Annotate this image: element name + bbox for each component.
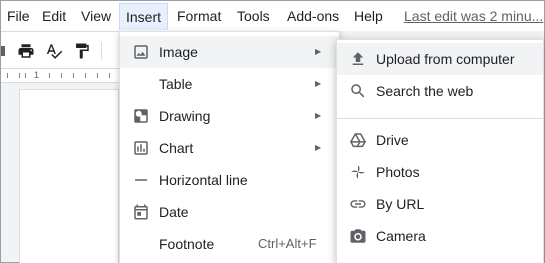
submenu-divider bbox=[337, 118, 543, 119]
submenu-arrow-icon: ▶ bbox=[315, 79, 322, 88]
toolbar-divider bbox=[101, 42, 102, 60]
submenu-item-label: Camera bbox=[376, 228, 426, 244]
submenu-arrow-icon: ▶ bbox=[315, 111, 322, 120]
menu-item-chart[interactable]: Chart ▶ bbox=[120, 132, 339, 164]
submenu-item-photos[interactable]: Photos bbox=[337, 156, 543, 188]
search-icon bbox=[351, 84, 365, 98]
submenu-item-search-web[interactable]: Search the web bbox=[337, 75, 543, 107]
submenu-item-upload[interactable]: Upload from computer bbox=[337, 43, 543, 75]
menu-format[interactable]: Format bbox=[177, 8, 221, 24]
submenu-item-by-url[interactable]: By URL bbox=[337, 188, 543, 220]
menu-item-label: Table bbox=[159, 76, 193, 92]
link-icon bbox=[350, 200, 366, 208]
menu-tools[interactable]: Tools bbox=[237, 8, 270, 24]
chart-icon bbox=[134, 141, 148, 155]
ruler-tick bbox=[19, 73, 20, 78]
menu-item-horizontal-line[interactable]: Horizontal line bbox=[120, 164, 339, 196]
menu-insert[interactable]: Insert bbox=[119, 3, 169, 30]
toolbar-edge bbox=[1, 46, 5, 56]
menu-item-label: Footnote bbox=[159, 236, 215, 252]
drawing-icon bbox=[134, 109, 148, 123]
ruler-tick bbox=[109, 73, 110, 78]
ruler: 1 bbox=[1, 69, 119, 83]
menu-item-image[interactable]: Image ▶ bbox=[120, 36, 339, 68]
horizontal-line-icon bbox=[135, 179, 147, 181]
ruler-tick bbox=[7, 73, 8, 78]
ruler-tick bbox=[49, 73, 50, 78]
menu-edit[interactable]: Edit bbox=[42, 8, 66, 24]
submenu-item-drive[interactable]: Drive bbox=[337, 124, 543, 156]
submenu-item-label: Photos bbox=[376, 164, 420, 180]
menu-addons[interactable]: Add-ons bbox=[287, 8, 339, 24]
menu-item-date[interactable]: Date bbox=[120, 196, 339, 228]
drive-icon bbox=[350, 133, 366, 148]
submenu-item-label: Drive bbox=[376, 132, 409, 148]
image-icon bbox=[134, 45, 148, 59]
menu-item-label: Horizontal line bbox=[159, 172, 248, 188]
menu-file[interactable]: File bbox=[7, 8, 30, 24]
last-edit-link[interactable]: Last edit was 2 minu... bbox=[404, 8, 543, 24]
camera-icon bbox=[350, 229, 366, 243]
menu-item-label: Chart bbox=[159, 140, 194, 156]
image-submenu: Upload from computer Search the web Driv… bbox=[336, 39, 544, 263]
menu-item-label: Drawing bbox=[159, 108, 211, 124]
menu-item-drawing[interactable]: Drawing ▶ bbox=[120, 100, 339, 132]
document-page[interactable] bbox=[19, 89, 119, 263]
submenu-arrow-icon: ▶ bbox=[315, 143, 322, 152]
ruler-tick bbox=[85, 73, 86, 78]
submenu-item-label: Upload from computer bbox=[376, 51, 515, 67]
ruler-tick bbox=[61, 73, 62, 78]
menu-help[interactable]: Help bbox=[354, 8, 383, 24]
paint-format-icon[interactable] bbox=[73, 42, 91, 60]
calendar-icon bbox=[134, 204, 148, 220]
submenu-item-label: By URL bbox=[376, 196, 425, 212]
ruler-tick bbox=[97, 73, 98, 78]
submenu-arrow-icon: ▶ bbox=[315, 47, 322, 56]
insert-menu: Image ▶ Table ▶ Drawing ▶ Chart ▶ Horizo… bbox=[119, 31, 340, 263]
submenu-item-camera[interactable]: Camera bbox=[337, 220, 543, 252]
menu-item-footnote[interactable]: Footnote Ctrl+Alt+F bbox=[120, 228, 339, 260]
menu-item-label: Date bbox=[159, 204, 189, 220]
menu-item-table[interactable]: Table ▶ bbox=[120, 68, 339, 100]
toolbar bbox=[1, 31, 119, 69]
footnote-shortcut: Ctrl+Alt+F bbox=[258, 236, 317, 251]
upload-icon bbox=[352, 52, 364, 65]
ruler-number: 1 bbox=[34, 70, 40, 80]
menu-bar: File Edit View Insert Format Tools Add-o… bbox=[1, 1, 544, 31]
menu-view[interactable]: View bbox=[81, 8, 111, 24]
print-icon[interactable] bbox=[17, 42, 35, 60]
spellcheck-icon[interactable] bbox=[45, 42, 63, 60]
menu-item-label: Image bbox=[159, 44, 198, 60]
ruler-tick bbox=[25, 73, 26, 78]
submenu-item-label: Search the web bbox=[376, 83, 474, 99]
photos-icon bbox=[351, 165, 365, 179]
ruler-tick bbox=[73, 73, 74, 78]
